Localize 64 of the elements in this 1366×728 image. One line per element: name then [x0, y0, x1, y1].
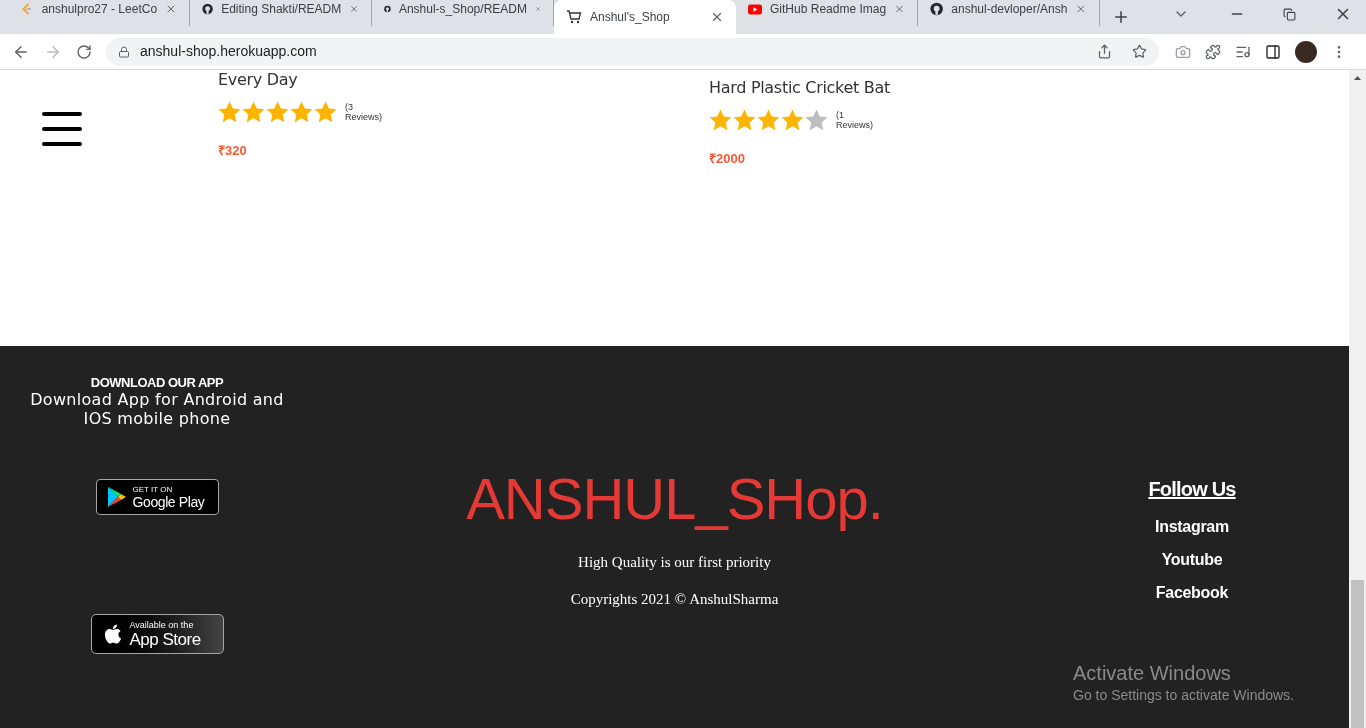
camera-icon[interactable]: [1175, 43, 1191, 60]
follow-heading: Follow Us: [1148, 477, 1236, 502]
star-icon: [266, 101, 289, 123]
star-icon: [290, 101, 313, 123]
tab-title: Anshul-s_Shop/READM: [398, 1, 527, 18]
url-text: anshul-shop.herokuapp.com: [140, 42, 318, 61]
browser-tab[interactable]: Anshul's_Shop: [554, 0, 736, 34]
avatar[interactable]: [1295, 40, 1317, 63]
browser-tab[interactable]: GitHub Readme Imag: [736, 0, 918, 26]
star-icon: [805, 109, 828, 131]
badge-caption: Available on the: [129, 619, 195, 630]
badge-title: Google Play: [132, 493, 205, 510]
product-price: ₹2000: [709, 150, 746, 168]
bookmark-star-icon[interactable]: [1132, 44, 1147, 59]
close-icon[interactable]: [710, 10, 724, 24]
hamburger-menu-icon[interactable]: [42, 112, 82, 146]
code-logo-icon: [20, 1, 34, 17]
tab-title: GitHub Readme Imag: [770, 1, 887, 18]
tab-title: anshulpro27 - LeetCo: [41, 1, 158, 18]
app-store-badge[interactable]: Available on the App Store: [90, 614, 224, 654]
star-icon: [781, 109, 804, 131]
restore-icon[interactable]: [1283, 8, 1296, 21]
star-icon: [242, 101, 265, 123]
star-icon: [709, 109, 732, 131]
browser-tab[interactable]: anshulpro27 - LeetCo: [8, 0, 190, 26]
browser-tab[interactable]: anshul-devloper/Ansh: [918, 0, 1100, 26]
scroll-thumb[interactable]: [1351, 580, 1364, 728]
star-icon: [733, 109, 756, 131]
activation-title: Activate Windows: [1073, 661, 1232, 685]
side-panel-icon[interactable]: [1265, 43, 1281, 60]
address-bar[interactable]: anshul-shop.herokuapp.com: [106, 37, 1159, 66]
social-link[interactable]: Facebook: [1155, 582, 1229, 603]
copyright-text: Copyrights 2021 © AnshulSharma: [570, 589, 779, 609]
tab-title: anshul-devloper/Ansh: [951, 1, 1068, 18]
play-logo-icon: [748, 2, 763, 16]
lock-icon: [118, 45, 130, 58]
google-play-badge[interactable]: GET IT ON Google Play: [95, 479, 219, 515]
product-title: Hard Plastic Cricket Bat: [709, 78, 890, 97]
browser-tab[interactable]: Editing Shakti/READM: [190, 0, 372, 26]
reload-icon[interactable]: [76, 43, 92, 60]
puzzle-icon[interactable]: [1205, 43, 1221, 60]
badge-caption: GET IT ON: [132, 484, 174, 494]
review-count: (3 Reviews): [345, 102, 383, 122]
scrollbar[interactable]: [1349, 70, 1366, 728]
badge-title: App Store: [129, 629, 201, 649]
star-icon: [757, 109, 780, 131]
cart-icon: [566, 9, 582, 25]
tab-title: Editing Shakti/READM: [221, 1, 342, 18]
activation-text: Go to Settings to activate Windows.: [1073, 686, 1294, 705]
tagline: High Quality is our first priority: [578, 553, 771, 572]
social-link[interactable]: Youtube: [1161, 549, 1223, 570]
star-icon: [314, 101, 337, 123]
new-tab-icon[interactable]: [1112, 8, 1130, 26]
star-icon: [218, 101, 241, 123]
brand-logo-text: ANSHUL_SHop.: [466, 465, 883, 533]
share-icon[interactable]: [1097, 44, 1112, 59]
social-link[interactable]: Instagram: [1155, 516, 1229, 537]
app-description: Download App for Android and IOS mobile phone: [29, 390, 285, 428]
tab-title: Anshul's_Shop: [590, 9, 671, 26]
play-triangle-icon: [106, 486, 127, 508]
product-title: Every Day: [218, 70, 299, 89]
review-count: (1 Reviews): [836, 110, 874, 130]
section-heading: DOWNLOAD OUR APP: [90, 375, 224, 390]
product-price: ₹320: [218, 142, 248, 160]
